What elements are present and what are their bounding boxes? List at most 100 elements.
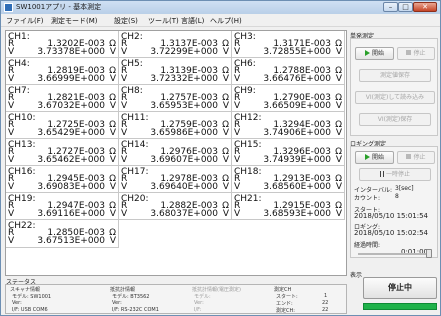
voltage-value: 3.65429E+000 bbox=[37, 128, 105, 138]
voltage-row: V 3.67513E+000 V bbox=[8, 237, 117, 246]
menu-tools[interactable]: ツール(T) bbox=[148, 16, 179, 26]
channel-start-value: 1 bbox=[324, 293, 328, 299]
voltage-label: V bbox=[234, 101, 241, 111]
channel-cell: CH20: R 1.2882E-003 Ω V 3.68037E+000 V bbox=[119, 193, 232, 220]
voltage-label: V bbox=[8, 101, 15, 111]
volt-unit: V bbox=[109, 101, 116, 111]
voltage-value: 3.65953E+000 bbox=[150, 101, 218, 111]
logging-stop-button[interactable]: 停止 bbox=[397, 151, 435, 164]
channel-cell: CH1: R 1.3202E-003 Ω V 3.73378E+000 V bbox=[6, 31, 119, 58]
voltage-row: V 3.74906E+000 V bbox=[234, 129, 343, 138]
logging-time-value: 2018/05/10 15:02:54 bbox=[354, 229, 429, 237]
pause-button[interactable]: 一時停止 bbox=[359, 168, 431, 181]
voltage-value: 3.73378E+000 bbox=[37, 47, 105, 57]
single-stop-label: 停止 bbox=[413, 50, 426, 57]
voltage-label: V bbox=[121, 182, 128, 192]
voltage-label: V bbox=[8, 236, 15, 246]
channel-start-label: スタート: bbox=[276, 294, 298, 300]
save-values-button[interactable]: 測定値保存 bbox=[359, 69, 431, 82]
maximize-button[interactable]: □ bbox=[398, 2, 413, 12]
hv-info-title: 抵抗計情報(電圧測定) bbox=[192, 287, 241, 293]
voltage-value: 3.65462E+000 bbox=[37, 155, 105, 165]
channel-cell: CH16: R 1.2945E-003 Ω V 3.69083E+000 V bbox=[6, 166, 119, 193]
volt-unit: V bbox=[109, 209, 116, 219]
read-vi-button[interactable]: VI(測定)して読み込み bbox=[355, 91, 435, 104]
voltage-row: V 3.67032E+000 V bbox=[8, 102, 117, 111]
voltage-label: V bbox=[121, 47, 128, 57]
title-bar[interactable]: SW1001アプリ - 基本測定 – □ ✕ bbox=[1, 1, 440, 14]
display-slider-track[interactable] bbox=[358, 253, 430, 255]
volt-unit: V bbox=[335, 182, 342, 192]
start-time-value: 2018/05/10 15:01:54 bbox=[354, 212, 429, 220]
volt-unit: V bbox=[222, 182, 229, 192]
channel-grid: CH1: R 1.3202E-003 Ω V 3.73378E+000 V CH2: R 1.31… bbox=[5, 30, 347, 276]
channel-cell: CH10: R 1.2725E-003 Ω V 3.65429E+000 V bbox=[6, 112, 119, 139]
scanner-ver: Ver: bbox=[12, 300, 22, 306]
app-icon bbox=[4, 3, 13, 12]
voltage-value: 3.68037E+000 bbox=[150, 209, 218, 219]
voltage-row: V 3.68037E+000 V bbox=[121, 210, 230, 219]
voltage-row: V 3.65986E+000 V bbox=[121, 129, 230, 138]
channel-cell: CH3: R 1.3171E-003 Ω V 3.72855E+000 V bbox=[232, 31, 345, 58]
voltage-label: V bbox=[121, 155, 128, 165]
menu-file[interactable]: ファイル(F) bbox=[6, 16, 44, 26]
elapsed-label: 経過時間: bbox=[354, 242, 381, 249]
voltage-label: V bbox=[8, 128, 15, 138]
single-measure-box: 開始 停止 測定値保存 VI(測定)して読み込み VI(測定)保存 bbox=[350, 38, 438, 136]
volt-unit: V bbox=[335, 74, 342, 84]
channel-end-value: 22 bbox=[322, 300, 329, 306]
menu-settings[interactable]: 設定(S) bbox=[114, 16, 138, 26]
single-start-button[interactable]: 開始 bbox=[355, 47, 394, 60]
channel-count-label: 測定CH: bbox=[276, 308, 295, 314]
voltage-row: V 3.69640E+000 V bbox=[121, 183, 230, 192]
display-label: 表示 bbox=[350, 272, 363, 279]
voltage-value: 3.74939E+000 bbox=[263, 155, 331, 165]
hv-model: モデル: bbox=[194, 294, 211, 300]
voltage-label: V bbox=[8, 155, 15, 165]
close-button[interactable]: ✕ bbox=[413, 2, 437, 12]
channel-cell: CH21: R 1.2915E-003 Ω V 3.68593E+000 V bbox=[232, 193, 345, 220]
menu-measure-mode[interactable]: 測定モード(M) bbox=[51, 16, 98, 26]
volt-unit: V bbox=[222, 155, 229, 165]
channel-count-value: 22 bbox=[322, 307, 329, 313]
logging-start-button[interactable]: 開始 bbox=[355, 151, 394, 164]
meter-ver: Ver: bbox=[112, 300, 122, 306]
voltage-row: V 3.65953E+000 V bbox=[121, 102, 230, 111]
menu-language[interactable]: 言語(L) bbox=[181, 16, 204, 26]
stop-icon bbox=[406, 50, 412, 55]
display-slider-thumb[interactable] bbox=[426, 249, 432, 258]
volt-unit: V bbox=[109, 128, 116, 138]
scanner-info-title: スキャナ情報 bbox=[10, 287, 41, 293]
stop-icon bbox=[406, 154, 412, 159]
single-start-label: 開始 bbox=[371, 50, 384, 57]
hv-if: I/F: bbox=[194, 307, 202, 313]
logging-measure-box: 開始 停止 一時停止 インターバル: 3[sec] カウント: 8 スタート: … bbox=[350, 146, 438, 258]
volt-unit: V bbox=[109, 47, 116, 57]
voltage-row: V 3.73378E+000 V bbox=[8, 48, 117, 57]
voltage-label: V bbox=[8, 182, 15, 192]
vi-save-button[interactable]: VI(測定)保存 bbox=[359, 113, 431, 126]
voltage-label: V bbox=[234, 128, 241, 138]
play-icon bbox=[364, 50, 370, 56]
pause-icon bbox=[379, 171, 384, 177]
minimize-button[interactable]: – bbox=[383, 2, 398, 12]
voltage-row: V 3.69607E+000 V bbox=[121, 156, 230, 165]
voltage-label: V bbox=[8, 209, 15, 219]
voltage-value: 3.66509E+000 bbox=[263, 101, 331, 111]
volt-unit: V bbox=[335, 209, 342, 219]
volt-unit: V bbox=[109, 182, 116, 192]
volt-unit: V bbox=[335, 128, 342, 138]
voltage-row: V 3.69083E+000 V bbox=[8, 183, 117, 192]
menu-help[interactable]: ヘルプ(H) bbox=[210, 16, 242, 26]
voltage-row: V 3.66509E+000 V bbox=[234, 102, 343, 111]
scanner-model: モデル: SW1001 bbox=[12, 294, 52, 300]
single-stop-button[interactable]: 停止 bbox=[397, 47, 435, 60]
voltage-label: V bbox=[234, 155, 241, 165]
channel-cell: CH22: R 1.2850E-003 Ω V 3.67513E+000 V bbox=[6, 220, 119, 248]
volt-unit: V bbox=[335, 155, 342, 165]
volt-unit: V bbox=[335, 101, 342, 111]
volt-unit: V bbox=[109, 155, 116, 165]
count-value: 8 bbox=[395, 193, 399, 200]
channel-cell: CH12: R 1.3294E-003 Ω V 3.74906E+000 V bbox=[232, 112, 345, 139]
status-stopped-button[interactable]: 停止中 bbox=[363, 277, 437, 299]
